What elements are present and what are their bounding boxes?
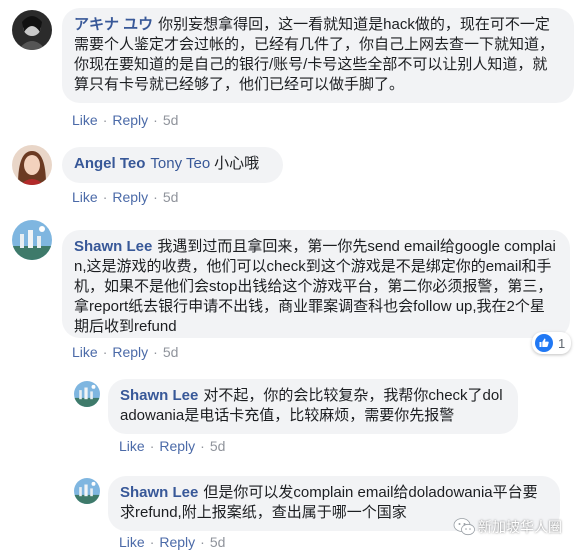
reply-bubble: Shawn Lee 对不起，你的会比较复杂，我帮你check了doladowani… bbox=[108, 379, 518, 434]
comment-bubble: アキナ ユウ 你别妄想拿得回，这一看就知道是hack做的，现在可不一定需要个人鉴定… bbox=[62, 8, 574, 103]
avatar[interactable] bbox=[12, 10, 52, 50]
like-button[interactable]: Like bbox=[72, 112, 98, 128]
reply-timestamp[interactable]: 5d bbox=[210, 438, 226, 454]
reaction-badge[interactable]: 1 bbox=[532, 332, 572, 354]
reply-actions: Like · Reply · 5d bbox=[119, 534, 226, 550]
comment-author[interactable]: アキナ ユウ bbox=[74, 16, 153, 33]
avatar[interactable] bbox=[74, 478, 100, 504]
like-reaction-icon bbox=[535, 334, 553, 352]
reply-author[interactable]: Shawn Lee bbox=[120, 387, 198, 404]
comment-bubble: Shawn Lee 我遇到过而且拿回来，第一你先send email给google… bbox=[62, 230, 570, 338]
wechat-icon bbox=[453, 518, 475, 536]
avatar[interactable] bbox=[74, 381, 100, 407]
comment-actions: Like · Reply · 5d bbox=[72, 112, 179, 128]
reply-button[interactable]: Reply bbox=[159, 438, 195, 454]
comment-timestamp[interactable]: 5d bbox=[163, 344, 179, 360]
like-button[interactable]: Like bbox=[119, 534, 145, 550]
like-button[interactable]: Like bbox=[72, 189, 98, 205]
reply-button[interactable]: Reply bbox=[112, 344, 148, 360]
reply-button[interactable]: Reply bbox=[112, 112, 148, 128]
avatar-shawn-icon bbox=[74, 478, 100, 504]
comment-author[interactable]: Shawn Lee bbox=[74, 238, 152, 255]
comment-timestamp[interactable]: 5d bbox=[163, 112, 179, 128]
reply-button[interactable]: Reply bbox=[159, 534, 195, 550]
reply-author[interactable]: Shawn Lee bbox=[120, 484, 198, 501]
like-button[interactable]: Like bbox=[119, 438, 145, 454]
avatar-shawn-icon bbox=[74, 381, 100, 407]
comment-actions: Like · Reply · 5d bbox=[72, 344, 179, 360]
watermark-text: 新加坡华人圈 bbox=[478, 519, 562, 535]
comment-text: 小心哦 bbox=[214, 155, 260, 172]
comment-timestamp[interactable]: 5d bbox=[163, 189, 179, 205]
avatar-shawn-icon bbox=[12, 220, 52, 260]
avatar-angel-icon bbox=[12, 145, 52, 185]
watermark: 新加坡华人圈 bbox=[453, 517, 562, 537]
reply-button[interactable]: Reply bbox=[112, 189, 148, 205]
reply-actions: Like · Reply · 5d bbox=[119, 438, 226, 454]
reply-timestamp[interactable]: 5d bbox=[210, 534, 226, 550]
like-button[interactable]: Like bbox=[72, 344, 98, 360]
avatar-akina-icon bbox=[12, 10, 52, 50]
comment-author[interactable]: Angel Teo bbox=[74, 155, 145, 172]
comment-actions: Like · Reply · 5d bbox=[72, 189, 179, 205]
avatar[interactable] bbox=[12, 220, 52, 260]
reaction-count: 1 bbox=[558, 335, 566, 351]
avatar[interactable] bbox=[12, 145, 52, 185]
mention-link[interactable]: Tony Teo bbox=[150, 155, 210, 172]
comment-bubble: Angel Teo Tony Teo 小心哦 bbox=[62, 147, 283, 183]
